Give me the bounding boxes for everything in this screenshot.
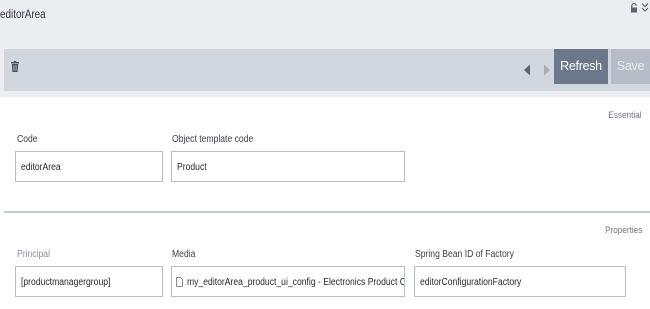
code-input[interactable]: editorArea: [15, 151, 163, 182]
chevron-right-icon[interactable]: [542, 64, 552, 76]
chevron-left-icon[interactable]: [522, 64, 532, 76]
media-label: Media: [172, 249, 196, 260]
toolbar-strip: Refresh Save: [4, 49, 650, 91]
document-icon: [176, 277, 183, 287]
trash-icon[interactable]: [11, 61, 19, 72]
section-title-properties: Properties: [604, 225, 642, 236]
section-divider: [4, 211, 650, 213]
refresh-button[interactable]: Refresh: [554, 49, 608, 84]
object-template-code-label: Object template code: [172, 134, 254, 145]
editor-header: editorArea: [0, 0, 650, 42]
section-title-essential: Essential: [608, 110, 642, 121]
principal-label: Principal: [17, 249, 50, 260]
object-template-code-value: Product: [177, 162, 207, 173]
spring-bean-id-value: editorConfigurationFactory: [420, 277, 522, 288]
spring-bean-id-input[interactable]: editorConfigurationFactory: [414, 266, 626, 297]
spring-bean-id-label: Spring Bean ID of Factory: [415, 249, 514, 260]
code-value: editorArea: [21, 162, 61, 173]
object-template-code-input[interactable]: Product: [171, 151, 405, 182]
save-button[interactable]: Save: [611, 49, 650, 84]
lock-icon[interactable]: [630, 3, 638, 13]
principal-input[interactable]: [productmanagergroup]: [15, 266, 163, 297]
editor-title: editorArea: [0, 9, 46, 21]
media-input[interactable]: my_editorArea_product_ui_config - Electr…: [171, 266, 405, 297]
code-label: Code: [17, 134, 38, 145]
chevrons-down-icon[interactable]: [641, 2, 649, 13]
principal-value: [productmanagergroup]: [21, 277, 111, 288]
media-value: my_editorArea_product_ui_config - Electr…: [187, 277, 404, 288]
editor-toolbar: Refresh Save: [0, 42, 650, 97]
